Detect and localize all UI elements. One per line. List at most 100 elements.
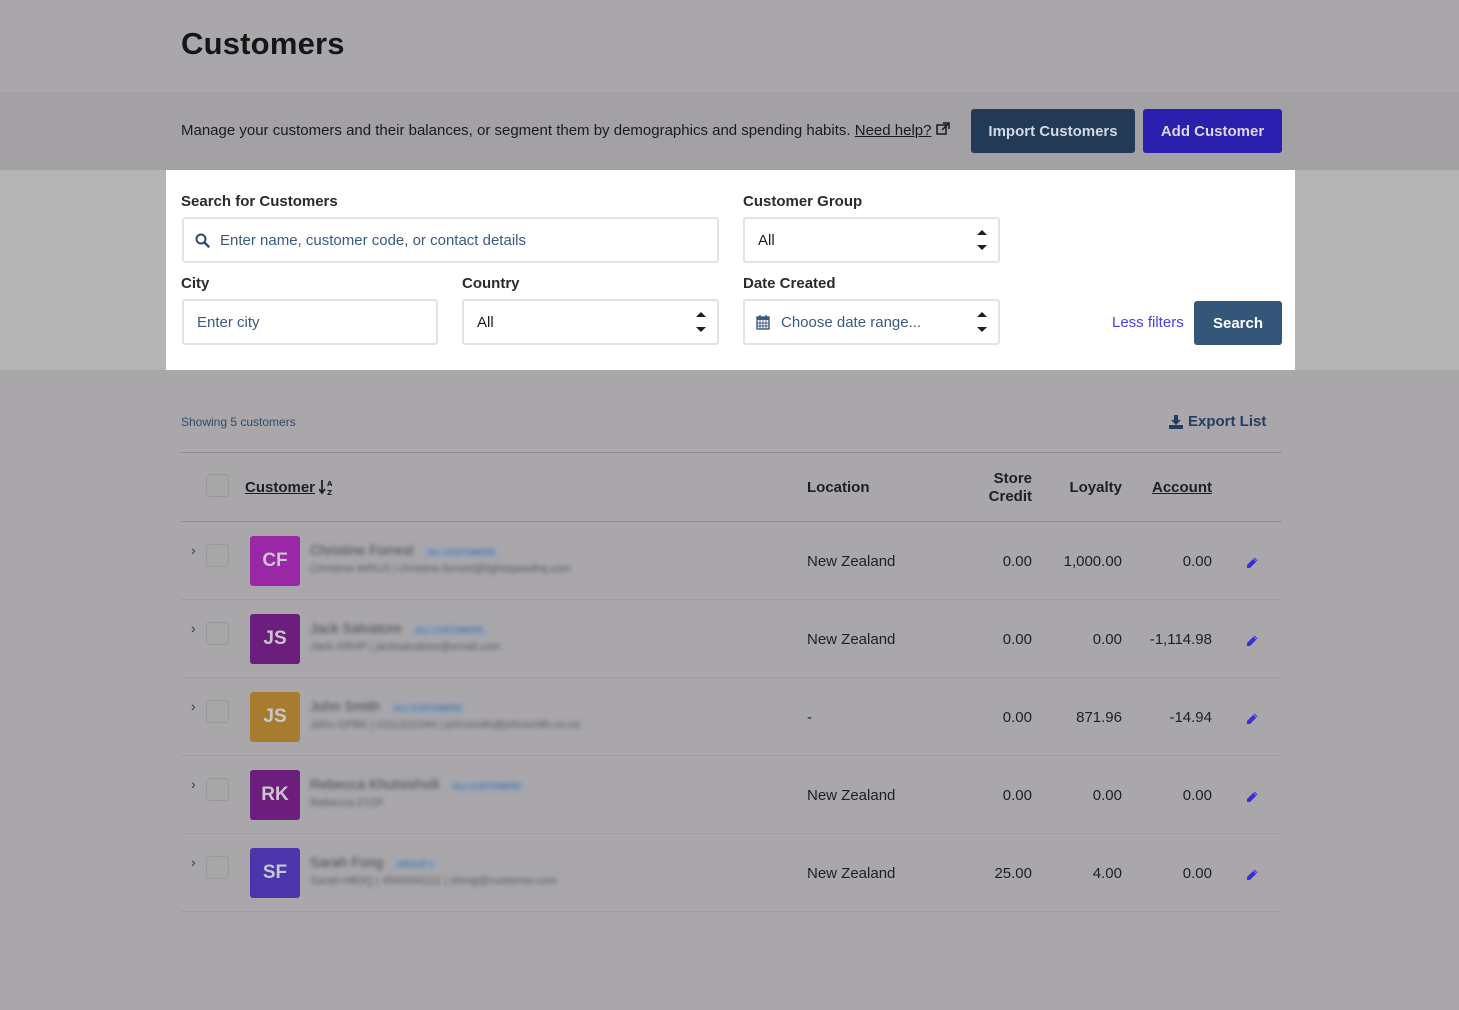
customer-group-select[interactable]: All (743, 217, 1000, 263)
row-checkbox[interactable] (206, 622, 229, 645)
edit-pencil-icon[interactable] (1245, 868, 1259, 882)
customer-name[interactable]: Rebecca Khutsishvili ALL CUSTOMERS (310, 776, 525, 792)
account-cell: -1,114.98 (1149, 631, 1212, 648)
country-select[interactable]: All (462, 299, 719, 345)
date-created-label: Date Created (743, 275, 836, 292)
result-count: Showing 5 customers (181, 415, 296, 429)
search-placeholder: Enter name, customer code, or contact de… (220, 231, 526, 249)
loyalty-cell: 4.00 (1092, 865, 1122, 882)
account-cell: -14.94 (1169, 709, 1212, 726)
city-label: City (181, 275, 210, 292)
location-cell: New Zealand (807, 787, 896, 804)
edit-pencil-icon[interactable] (1245, 634, 1259, 648)
import-customers-button[interactable]: Import Customers (971, 109, 1135, 153)
country-label: Country (462, 275, 520, 292)
external-link-icon (936, 122, 951, 140)
column-header-store-credit: Store Credit (980, 470, 1032, 506)
column-header-customer[interactable]: Customer AZ (245, 479, 333, 496)
row-checkbox[interactable] (206, 856, 229, 879)
page-title: Customers (181, 26, 345, 61)
loyalty-cell: 0.00 (1092, 787, 1122, 804)
svg-text:A: A (327, 480, 333, 488)
avatar: RK (250, 770, 300, 820)
edit-pencil-icon[interactable] (1245, 556, 1259, 570)
select-arrows-icon (695, 309, 707, 335)
customer-details: Jack-XRHP | jacksalvatore@email.com (310, 641, 502, 653)
expand-chevron-icon[interactable]: › (191, 542, 196, 558)
store-credit-cell: 0.00 (1002, 553, 1032, 570)
search-label: Search for Customers (181, 193, 338, 210)
customer-name[interactable]: Jack Salvatore ALL CUSTOMERS (310, 620, 487, 636)
sort-alpha-icon: AZ (319, 479, 333, 496)
download-icon (1169, 414, 1183, 429)
loyalty-cell: 871.96 (1076, 709, 1122, 726)
row-divider (181, 755, 1282, 756)
less-filters-link[interactable]: Less filters (1112, 314, 1184, 331)
city-input[interactable]: Enter city (182, 299, 438, 345)
select-all-checkbox[interactable] (206, 474, 229, 497)
page-description: Manage your customers and their balances… (181, 122, 951, 140)
search-button[interactable]: Search (1194, 301, 1282, 345)
table-header-divider (181, 521, 1282, 522)
row-divider (181, 833, 1282, 834)
search-input[interactable]: Enter name, customer code, or contact de… (182, 217, 719, 263)
expand-chevron-icon[interactable]: › (191, 854, 196, 870)
store-credit-label-line2: Credit (988, 488, 1032, 505)
location-cell: New Zealand (807, 865, 896, 882)
customer-group-badge: ALL CUSTOMERS (390, 703, 466, 714)
customer-group-badge: ALL CUSTOMERS (449, 781, 525, 792)
column-header-loyalty: Loyalty (1069, 479, 1122, 496)
customer-name[interactable]: John Smith ALL CUSTOMERS (310, 698, 466, 714)
account-cell: 0.00 (1182, 553, 1212, 570)
customer-name[interactable]: Christine Forrest ALL CUSTOMERS (310, 542, 499, 558)
date-range-select[interactable]: Choose date range... (743, 299, 1000, 345)
description-text: Manage your customers and their balances… (181, 122, 851, 139)
row-checkbox[interactable] (206, 700, 229, 723)
location-cell: New Zealand (807, 631, 896, 648)
customer-group-badge: GROUP 1 (393, 859, 438, 870)
store-credit-cell: 0.00 (1002, 787, 1032, 804)
select-arrows-icon (976, 227, 988, 253)
row-divider (181, 599, 1282, 600)
help-link[interactable]: Need help? (855, 122, 932, 139)
customer-group-label: Customer Group (743, 193, 863, 210)
customer-group-badge: ALL CUSTOMERS (423, 547, 499, 558)
export-list-label: Export List (1188, 413, 1267, 430)
store-credit-cell: 0.00 (1002, 631, 1032, 648)
loyalty-cell: 0.00 (1092, 631, 1122, 648)
customer-name-text: Sarah Fong (310, 854, 384, 870)
search-icon (195, 233, 210, 248)
expand-chevron-icon[interactable]: › (191, 698, 196, 714)
customer-name-text: Christine Forrest (310, 542, 414, 558)
country-value: All (477, 313, 494, 331)
customer-group-value: All (758, 231, 775, 249)
customer-details: Christine-WRU3 | christine.forrest@light… (310, 563, 572, 575)
row-divider (181, 677, 1282, 678)
column-header-account[interactable]: Account (1140, 479, 1212, 496)
account-cell: 0.00 (1182, 787, 1212, 804)
avatar: JS (250, 692, 300, 742)
column-header-location: Location (807, 479, 870, 496)
export-list-button[interactable]: Export List (1169, 413, 1266, 430)
customer-name[interactable]: Sarah Fong GROUP 1 (310, 854, 438, 870)
add-customer-button[interactable]: Add Customer (1143, 109, 1282, 153)
expand-chevron-icon[interactable]: › (191, 776, 196, 792)
location-cell: New Zealand (807, 553, 896, 570)
account-cell: 0.00 (1182, 865, 1212, 882)
customer-group-badge: ALL CUSTOMERS (411, 625, 487, 636)
row-checkbox[interactable] (206, 778, 229, 801)
customer-details: Rebecca-2YZF (310, 797, 384, 809)
customer-name-text: John Smith (310, 698, 381, 714)
customer-details: Sarah-HB3Q | 4560000111 | sfong@customer… (310, 875, 557, 887)
store-credit-label-line1: Store (993, 470, 1032, 487)
store-credit-cell: 25.00 (994, 865, 1032, 882)
edit-pencil-icon[interactable] (1245, 790, 1259, 804)
customer-details: John-GPBK | 0111222344 | johnsmith@johns… (310, 719, 581, 731)
customer-column-label: Customer (245, 479, 316, 496)
calendar-icon (756, 314, 770, 330)
expand-chevron-icon[interactable]: › (191, 620, 196, 636)
row-checkbox[interactable] (206, 544, 229, 567)
edit-pencil-icon[interactable] (1245, 712, 1259, 726)
store-credit-cell: 0.00 (1002, 709, 1032, 726)
date-range-placeholder: Choose date range... (781, 313, 922, 331)
